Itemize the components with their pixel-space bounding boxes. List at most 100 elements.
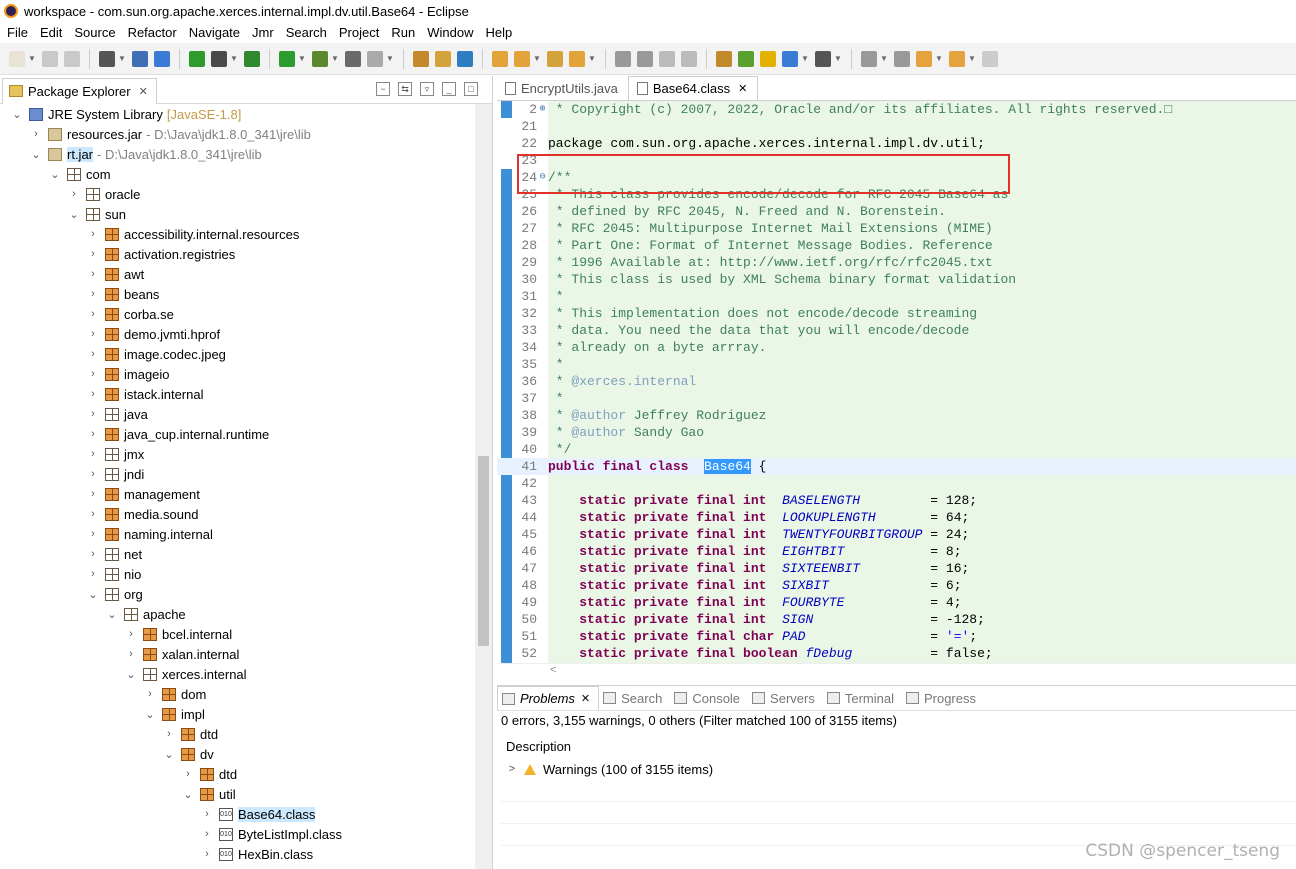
tree-item[interactable]: › bcel.internal	[124, 624, 232, 644]
tree-item[interactable]: › jndi	[86, 464, 144, 484]
dropdown-arrow-icon[interactable]: ▼	[880, 51, 888, 67]
collapse-twisty-icon[interactable]: ⌄	[181, 788, 195, 801]
tree-item[interactable]: ⌄ impl	[143, 704, 204, 724]
external-tools-icon[interactable]	[367, 50, 383, 67]
edit-icon[interactable]	[637, 50, 653, 67]
tree-scrollbar[interactable]	[475, 104, 492, 869]
code-line[interactable]: 50 static private final int SIGN = -128;	[497, 611, 1296, 628]
menu-help[interactable]: Help	[480, 25, 517, 40]
collapse-twisty-icon[interactable]: ⌄	[10, 108, 24, 121]
expand-twisty-icon[interactable]: ›	[200, 828, 214, 840]
menu-jmr[interactable]: Jmr	[247, 25, 279, 40]
open-task-icon[interactable]	[569, 50, 585, 67]
dropdown-arrow-icon[interactable]: ▼	[588, 51, 596, 67]
profile-icon[interactable]	[99, 50, 115, 67]
tree-item[interactable]: › 010 Base64.class	[200, 804, 316, 824]
open-type-icon[interactable]	[492, 50, 508, 67]
editor-tab[interactable]: EncryptUtils.java	[497, 76, 628, 100]
code-line[interactable]: 30 * This class is used by XML Schema bi…	[497, 271, 1296, 288]
tab-servers[interactable]: Servers	[748, 686, 823, 710]
tab-progress[interactable]: Progress	[902, 686, 984, 710]
expand-twisty-icon[interactable]: ›	[86, 248, 100, 260]
dropdown-arrow-icon[interactable]: ▼	[968, 51, 976, 67]
tree-item[interactable]: ⌄ dv	[162, 744, 213, 764]
expand-twisty-icon[interactable]: ›	[86, 228, 100, 240]
dropdown-arrow-icon[interactable]: ▼	[533, 51, 541, 67]
expand-twisty-icon[interactable]: ›	[67, 188, 81, 200]
tree-item[interactable]: ⌄ apache	[105, 604, 185, 624]
code-line[interactable]: 35 *	[497, 356, 1296, 373]
menu-file[interactable]: File	[2, 25, 33, 40]
expand-twisty-icon[interactable]: ›	[86, 568, 100, 580]
code-line[interactable]: 51 static private final char PAD = '=';	[497, 628, 1296, 645]
maximize-icon[interactable]: □	[464, 82, 478, 96]
open-folder-icon[interactable]	[514, 50, 530, 67]
collapse-twisty-icon[interactable]: ⌄	[105, 608, 119, 621]
dropdown-arrow-icon[interactable]: ▼	[331, 51, 339, 67]
help-icon[interactable]	[760, 50, 776, 67]
expand-twisty-icon[interactable]: ›	[86, 308, 100, 320]
expand-twisty-icon[interactable]: ›	[86, 368, 100, 380]
tree-item[interactable]: › jmx	[86, 444, 144, 464]
code-view[interactable]: 2 ⊕ * Copyright (c) 2007, 2022, Oracle an…	[497, 101, 1296, 663]
globe-icon[interactable]	[782, 50, 798, 67]
close-icon[interactable]: ✕	[139, 85, 148, 98]
layout-icon[interactable]	[716, 50, 732, 67]
menu-window[interactable]: Window	[422, 25, 478, 40]
last-edit-icon[interactable]	[916, 50, 932, 67]
expand-twisty-icon[interactable]: ›	[124, 628, 138, 640]
dropdown-arrow-icon[interactable]: ▼	[386, 51, 394, 67]
tree-item[interactable]: › dom	[143, 684, 206, 704]
dropdown-arrow-icon[interactable]: ▼	[28, 51, 36, 67]
expand-twisty-icon[interactable]: ›	[86, 288, 100, 300]
menu-run[interactable]: Run	[386, 25, 420, 40]
dropdown-arrow-icon[interactable]: ▼	[801, 51, 809, 67]
tree-item[interactable]: › beans	[86, 284, 159, 304]
tree-item[interactable]: › 010 HexBin.class	[200, 844, 313, 864]
pin-icon[interactable]	[154, 50, 170, 67]
back-icon[interactable]	[949, 50, 965, 67]
code-line[interactable]: 33 * data. You need the data that you wi…	[497, 322, 1296, 339]
code-line[interactable]: 38 * @author Jeffrey Rodriguez	[497, 407, 1296, 424]
refresh-icon[interactable]	[244, 50, 260, 67]
tree-item[interactable]: › 010 ByteListImpl.class	[200, 824, 342, 844]
tree-item[interactable]: ⌄ sun	[67, 204, 126, 224]
code-line[interactable]: 2 ⊕ * Copyright (c) 2007, 2022, Oracle an…	[497, 101, 1296, 118]
expand-twisty-icon[interactable]: ›	[86, 548, 100, 560]
expand-twisty-icon[interactable]: ›	[86, 388, 100, 400]
minimize-icon[interactable]: _	[442, 82, 456, 96]
forward-icon[interactable]	[982, 50, 998, 67]
tree-item[interactable]: › java_cup.internal.runtime	[86, 424, 269, 444]
code-line[interactable]: 43 static private final int BASELENGTH =…	[497, 492, 1296, 509]
tree-item[interactable]: › xalan.internal	[124, 644, 239, 664]
code-line[interactable]: 41 public final class Base64 {	[497, 458, 1296, 475]
close-icon[interactable]: ✕	[738, 82, 747, 95]
tree-item[interactable]: › imageio	[86, 364, 169, 384]
tree-item[interactable]: › awt	[86, 264, 144, 284]
code-line[interactable]: 46 static private final int EIGHTBIT = 8…	[497, 543, 1296, 560]
tree-item[interactable]: ⌄ JRE System Library [JavaSE-1.8]	[10, 104, 241, 124]
collapse-twisty-icon[interactable]: ⌄	[162, 748, 176, 761]
save-all-icon[interactable]	[64, 50, 80, 67]
new-package-icon[interactable]	[435, 50, 451, 67]
collapse-twisty-icon[interactable]: ⌄	[29, 148, 43, 161]
collapse-twisty-icon[interactable]: ⌄	[48, 168, 62, 181]
coverage-icon[interactable]	[345, 50, 361, 67]
tree-item[interactable]: › demo.jvmti.hprof	[86, 324, 220, 344]
tree-item[interactable]: › dtd	[181, 764, 237, 784]
menu-source[interactable]: Source	[69, 25, 120, 40]
expand-twisty-icon[interactable]: ›	[86, 408, 100, 420]
tree-item[interactable]: ⌄ util	[181, 784, 235, 804]
annotation-icon[interactable]	[615, 50, 631, 67]
code-line[interactable]: 44 static private final int LOOKUPLENGTH…	[497, 509, 1296, 526]
menu-edit[interactable]: Edit	[35, 25, 67, 40]
collapse-twisty-icon[interactable]: ⌄	[67, 208, 81, 221]
code-line[interactable]: 21	[497, 118, 1296, 135]
code-line[interactable]: 39 * @author Sandy Gao	[497, 424, 1296, 441]
tab-package-explorer[interactable]: Package Explorer ✕	[2, 77, 157, 104]
link-with-editor-icon[interactable]: ⇆	[398, 82, 412, 96]
expand-twisty-icon[interactable]: ›	[86, 508, 100, 520]
tree-item[interactable]: › activation.registries	[86, 244, 235, 264]
expand-twisty-icon[interactable]: ›	[86, 528, 100, 540]
new-java-project-icon[interactable]	[413, 50, 429, 67]
